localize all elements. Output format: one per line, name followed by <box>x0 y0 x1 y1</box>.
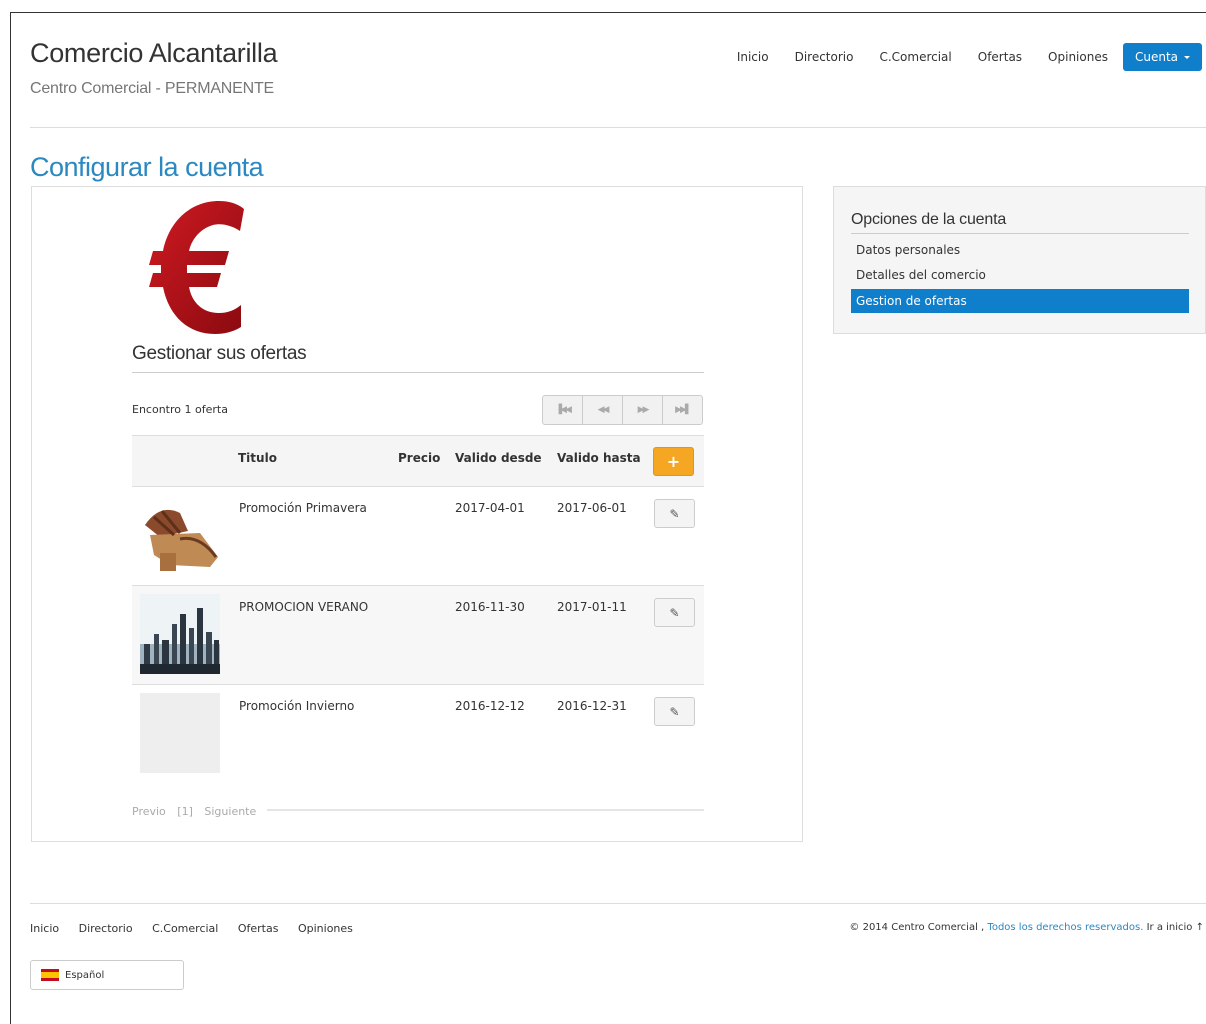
section-title: Gestionar sus ofertas <box>132 343 307 364</box>
account-options-panel: Opciones de la cuenta Datos personales D… <box>833 186 1206 334</box>
section-divider <box>132 372 704 373</box>
nav-ccomercial[interactable]: C.Comercial <box>866 42 964 72</box>
column-header-precio: Precio <box>398 451 441 465</box>
edit-icon: ✎ <box>669 605 680 620</box>
add-offer-button[interactable]: + <box>653 447 694 476</box>
footer-divider <box>30 903 1206 904</box>
offer-valid-to: 2017-06-01 <box>557 501 627 515</box>
sidebar-item-detalles-comercio[interactable]: Detalles del comercio <box>851 263 1189 287</box>
sidebar-item-datos-personales[interactable]: Datos personales <box>851 238 1189 262</box>
account-dropdown-button[interactable]: Cuenta <box>1122 43 1202 71</box>
next-page-icon[interactable]: ▶▶ <box>623 396 663 424</box>
offer-title: Promoción Primavera <box>239 501 367 515</box>
nav-ofertas[interactable]: Ofertas <box>965 42 1035 72</box>
site-subtitle: Centro Comercial - PERMANENTE <box>30 80 275 97</box>
offer-valid-from: 2017-04-01 <box>455 501 525 515</box>
edit-icon: ✎ <box>669 704 680 719</box>
language-selector[interactable]: Español <box>30 960 184 990</box>
offer-valid-to: 2016-12-31 <box>557 699 627 713</box>
next-link[interactable]: Siguiente <box>204 805 256 818</box>
page-number[interactable]: [1] <box>177 805 193 818</box>
euro-logo-icon <box>149 201 244 334</box>
account-label: Cuenta <box>1134 50 1178 64</box>
page-title: Configurar la cuenta <box>30 152 264 182</box>
offers-table: Titulo Precio Valido desde Valido hasta … <box>132 435 704 783</box>
table-row: Promoción Primavera 2017-04-01 2017-06-0… <box>132 487 704 586</box>
city-skyline-photo[interactable] <box>140 594 220 674</box>
caret-down-icon <box>1184 56 1190 59</box>
language-label: Español <box>65 969 105 981</box>
pager-divider <box>267 809 704 811</box>
previous-link[interactable]: Previo <box>132 805 166 818</box>
spain-flag-icon <box>41 969 59 981</box>
sandals-photo[interactable] <box>140 495 220 575</box>
results-count: Encontro 1 oferta <box>132 403 228 416</box>
footer-link-inicio[interactable]: Inicio <box>30 922 59 935</box>
offer-valid-to: 2017-01-11 <box>557 600 627 614</box>
sidebar-title: Opciones de la cuenta <box>851 211 1007 228</box>
bottom-pager: Previo [1] Siguiente <box>132 805 264 818</box>
offers-panel: Gestionar sus ofertas Encontro 1 oferta … <box>31 186 803 842</box>
nav-inicio[interactable]: Inicio <box>724 42 782 72</box>
column-header-titulo: Titulo <box>238 451 277 465</box>
edit-icon: ✎ <box>669 506 680 521</box>
column-header-valido-hasta: Valido hasta <box>557 451 641 465</box>
footer-link-ccomercial[interactable]: C.Comercial <box>152 922 218 935</box>
top-nav: Inicio Directorio C.Comercial Ofertas Op… <box>724 42 1202 72</box>
edit-offer-button[interactable]: ✎ <box>654 598 695 627</box>
offer-valid-from: 2016-11-30 <box>455 600 525 614</box>
table-row: PROMOCION VERANO 2016-11-30 2017-01-11 ✎ <box>132 586 704 685</box>
edit-offer-button[interactable]: ✎ <box>654 499 695 528</box>
nav-opiniones[interactable]: Opiniones <box>1035 42 1121 72</box>
first-page-icon[interactable]: ▐◀◀ <box>543 396 583 424</box>
copyright-text: © 2014 Centro Comercial , <box>849 922 985 933</box>
sidebar-item-gestion-ofertas[interactable]: Gestion de ofertas <box>851 289 1189 313</box>
edit-offer-button[interactable]: ✎ <box>654 697 695 726</box>
placeholder-photo[interactable] <box>140 693 220 773</box>
footer-nav: Inicio Directorio C.Comercial Ofertas Op… <box>30 922 369 935</box>
pager: ▐◀◀ ◀◀ ▶▶ ▶▶▌ <box>542 395 703 425</box>
prev-page-icon[interactable]: ◀◀ <box>583 396 623 424</box>
rights-link[interactable]: Todos los derechos reservados. <box>987 922 1143 933</box>
column-header-valido-desde: Valido desde <box>455 451 542 465</box>
offer-title: PROMOCION VERANO <box>239 600 369 614</box>
offer-valid-from: 2016-12-12 <box>455 699 525 713</box>
last-page-icon[interactable]: ▶▶▌ <box>663 396 702 424</box>
nav-directorio[interactable]: Directorio <box>782 42 867 72</box>
sidebar-divider <box>851 233 1189 234</box>
table-header: Titulo Precio Valido desde Valido hasta … <box>132 435 704 487</box>
footer-link-directorio[interactable]: Directorio <box>79 922 133 935</box>
table-row: Promoción Invierno 2016-12-12 2016-12-31… <box>132 685 704 783</box>
offer-title: Promoción Invierno <box>239 699 355 713</box>
header-divider <box>30 127 1206 128</box>
footer-link-opiniones[interactable]: Opiniones <box>298 922 353 935</box>
footer-link-ofertas[interactable]: Ofertas <box>238 922 279 935</box>
go-top-link[interactable]: Ir a inicio ↑ <box>1147 922 1204 933</box>
copyright: © 2014 Centro Comercial , Todos los dere… <box>849 922 1204 933</box>
site-title[interactable]: Comercio Alcantarilla <box>30 38 278 69</box>
